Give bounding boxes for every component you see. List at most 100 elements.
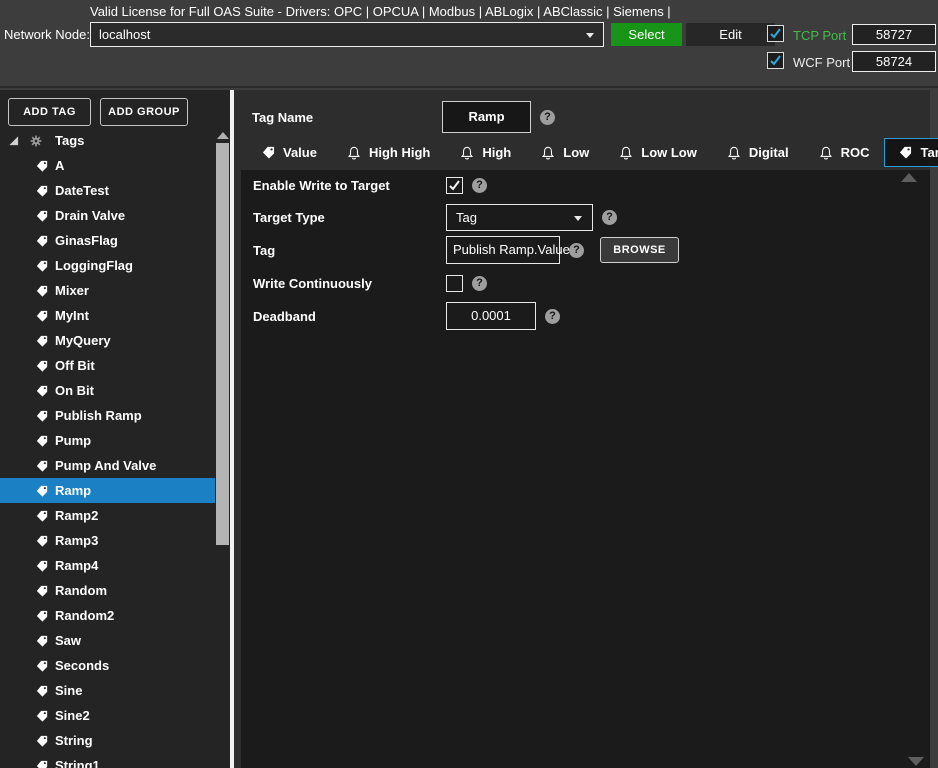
tag-icon: [36, 335, 48, 347]
tag-icon: [899, 146, 912, 159]
tree-item-string[interactable]: String: [0, 728, 215, 753]
tree-item-ginasflag[interactable]: GinasFlag: [0, 228, 215, 253]
write-continuously-label: Write Continuously: [253, 276, 446, 291]
tree-item-saw[interactable]: Saw: [0, 628, 215, 653]
tab-label: Value: [283, 145, 317, 160]
tab-roc[interactable]: ROC: [804, 138, 885, 167]
tree-item-mixer[interactable]: Mixer: [0, 278, 215, 303]
tag-icon: [36, 410, 48, 422]
tag-tree-list: ADateTest Drain Valve GinasFlag LoggingFlag…: [0, 153, 215, 768]
tree-item-label: Drain Valve: [55, 208, 125, 223]
help-icon[interactable]: [472, 276, 487, 291]
tree-item-a[interactable]: A: [0, 153, 215, 178]
tab-label: ROC: [841, 145, 870, 160]
tree-item-off-bit[interactable]: Off Bit: [0, 353, 215, 378]
tab-label: High: [482, 145, 511, 160]
tree-item-sine[interactable]: Sine: [0, 678, 215, 703]
tag-name-field[interactable]: Ramp: [442, 101, 531, 133]
tree-item-ramp[interactable]: Ramp: [0, 478, 215, 503]
scroll-up-icon[interactable]: [217, 132, 229, 139]
tag-icon: [36, 510, 48, 522]
bell-icon: [541, 145, 555, 161]
tab-digital[interactable]: Digital: [712, 138, 804, 167]
network-node-combobox[interactable]: localhost: [90, 22, 604, 47]
target-type-value: Tag: [456, 210, 477, 225]
tcp-port-label: TCP Port: [793, 28, 846, 43]
tree-item-ramp4[interactable]: Ramp4: [0, 553, 215, 578]
tree-item-string1[interactable]: String1: [0, 753, 215, 768]
enable-write-checkbox[interactable]: [446, 177, 463, 194]
oas-configure-window: Valid License for Full OAS Suite - Drive…: [0, 0, 938, 768]
sidebar-scrollbar[interactable]: [215, 128, 230, 768]
tag-icon: [36, 735, 48, 747]
select-button[interactable]: Select: [611, 23, 682, 46]
deadband-field[interactable]: 0.0001: [446, 302, 536, 330]
tag-header: Tag Name Ramp ValueHigh HighHighLowLow L…: [234, 90, 930, 170]
tag-icon: [36, 460, 48, 472]
tree-item-label: Seconds: [55, 658, 109, 673]
write-continuously-checkbox[interactable]: [446, 275, 463, 292]
tree-item-publish-ramp[interactable]: Publish Ramp: [0, 403, 215, 428]
tab-low-low[interactable]: Low Low: [604, 138, 712, 167]
tree-item-sine2[interactable]: Sine2: [0, 703, 215, 728]
add-tag-button[interactable]: ADD TAG: [8, 98, 91, 126]
tree-item-myquery[interactable]: MyQuery: [0, 328, 215, 353]
edit-button[interactable]: Edit: [686, 23, 775, 46]
tree-item-random[interactable]: Random: [0, 578, 215, 603]
tab-target[interactable]: Target: [884, 138, 938, 167]
tree-item-label: Random2: [55, 608, 114, 623]
tree-item-on-bit[interactable]: On Bit: [0, 378, 215, 403]
tree-item-datetest[interactable]: DateTest: [0, 178, 215, 203]
tab-low[interactable]: Low: [526, 138, 604, 167]
add-group-button[interactable]: ADD GROUP: [100, 98, 188, 126]
tab-label: Target: [920, 145, 938, 160]
browse-button[interactable]: BROWSE: [600, 237, 679, 263]
wcf-port-field[interactable]: 58724: [852, 51, 936, 72]
wcf-port-checkbox[interactable]: [767, 52, 784, 69]
tree-item-label: String: [55, 733, 93, 748]
tree-item-pump[interactable]: Pump: [0, 428, 215, 453]
tab-label: Low: [563, 145, 589, 160]
tree-item-myint[interactable]: MyInt: [0, 303, 215, 328]
tree-item-label: Ramp: [55, 483, 91, 498]
tag-icon: [36, 585, 48, 597]
tree-item-random2[interactable]: Random2: [0, 603, 215, 628]
help-icon[interactable]: [569, 243, 584, 258]
tab-label: High High: [369, 145, 430, 160]
form-row-tag: Tag Publish Ramp.Value BROWSE: [253, 236, 679, 264]
tree-item-pump-and-valve[interactable]: Pump And Valve: [0, 453, 215, 478]
tree-item-label: Off Bit: [55, 358, 95, 373]
tree-item-ramp3[interactable]: Ramp3: [0, 528, 215, 553]
help-icon[interactable]: [472, 178, 487, 193]
expander-icon[interactable]: [8, 135, 19, 146]
tree-item-seconds[interactable]: Seconds: [0, 653, 215, 678]
tree-item-label: LoggingFlag: [55, 258, 133, 273]
wcf-port-label: WCF Port: [793, 55, 850, 70]
tcp-port-checkbox[interactable]: [767, 25, 784, 42]
gear-icon: [30, 135, 42, 147]
help-icon[interactable]: [540, 110, 555, 125]
tree-root-tags[interactable]: Tags: [0, 128, 215, 153]
tag-icon: [36, 560, 48, 572]
bell-icon: [819, 145, 833, 161]
tree-item-ramp2[interactable]: Ramp2: [0, 503, 215, 528]
tree-item-label: Sine2: [55, 708, 90, 723]
scroll-up-icon[interactable]: [901, 173, 917, 182]
tab-high[interactable]: High: [445, 138, 526, 167]
tree-item-loggingflag[interactable]: LoggingFlag: [0, 253, 215, 278]
tab-value[interactable]: Value: [247, 138, 332, 167]
tag-field[interactable]: Publish Ramp.Value: [446, 236, 560, 264]
help-icon[interactable]: [602, 210, 617, 225]
tag-icon: [36, 635, 48, 647]
target-type-dropdown[interactable]: Tag: [446, 204, 593, 231]
tree-item-label: Saw: [55, 633, 81, 648]
tag-icon: [262, 146, 275, 159]
tab-high-high[interactable]: High High: [332, 138, 445, 167]
tree-item-label: Pump And Valve: [55, 458, 156, 473]
tag-sidebar: ADD TAG ADD GROUP: [0, 90, 230, 768]
scroll-down-icon[interactable]: [908, 757, 924, 766]
tcp-port-field[interactable]: 58727: [852, 24, 936, 45]
tree-item-drain-valve[interactable]: Drain Valve: [0, 203, 215, 228]
sidebar-scrollbar-thumb[interactable]: [216, 143, 229, 545]
help-icon[interactable]: [545, 309, 560, 324]
